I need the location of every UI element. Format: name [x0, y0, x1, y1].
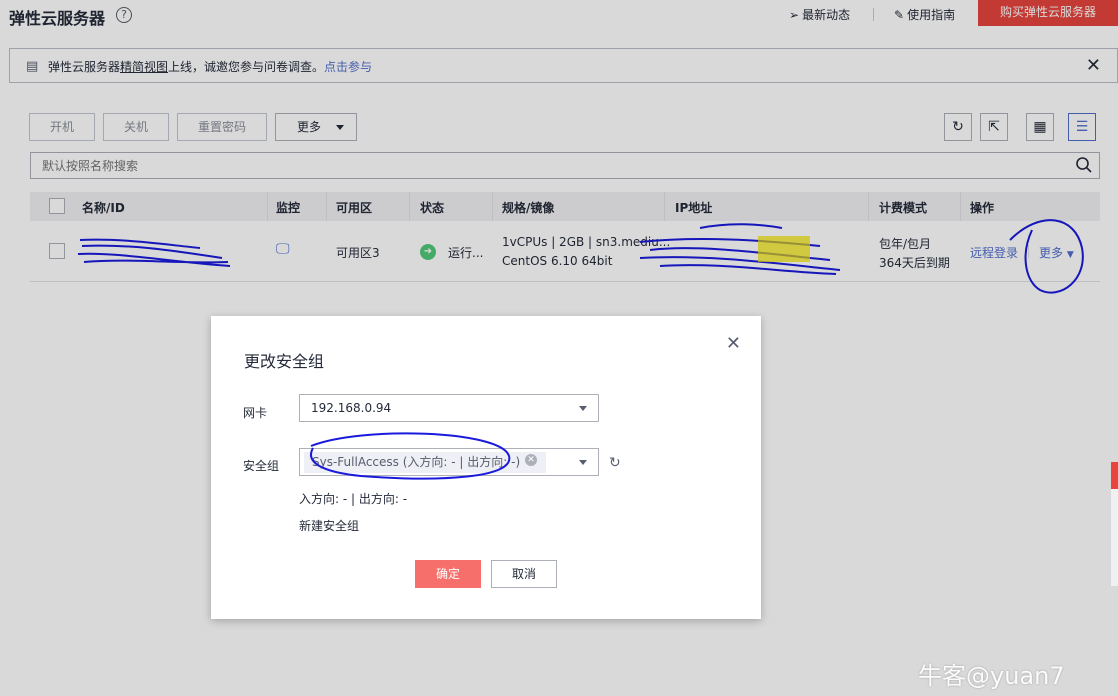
nic-select[interactable]: 192.168.0.94: [299, 394, 599, 422]
chevron-down-icon: [579, 460, 587, 465]
cancel-button[interactable]: 取消: [491, 560, 557, 588]
side-tab-body: [1111, 489, 1118, 586]
change-security-group-dialog: 更改安全组 ✕ 网卡 192.168.0.94 安全组 Sys-FullAcce…: [211, 316, 761, 619]
annotation-circle: [310, 432, 511, 480]
rules-summary: 入方向: - | 出方向: -: [299, 492, 408, 506]
create-security-group-link[interactable]: 新建安全组: [299, 517, 359, 534]
dialog-title: 更改安全组: [244, 352, 325, 371]
chevron-down-icon: [579, 406, 587, 411]
nic-label: 网卡: [243, 406, 268, 420]
confirm-button[interactable]: 确定: [415, 560, 481, 588]
sg-label: 安全组: [243, 459, 280, 473]
remove-tag-icon[interactable]: ✕: [525, 454, 537, 466]
close-icon[interactable]: ✕: [726, 333, 741, 354]
nic-value: 192.168.0.94: [311, 401, 392, 415]
refresh-icon[interactable]: ↻: [609, 455, 621, 471]
watermark: 牛客@yuan7: [918, 662, 1065, 690]
